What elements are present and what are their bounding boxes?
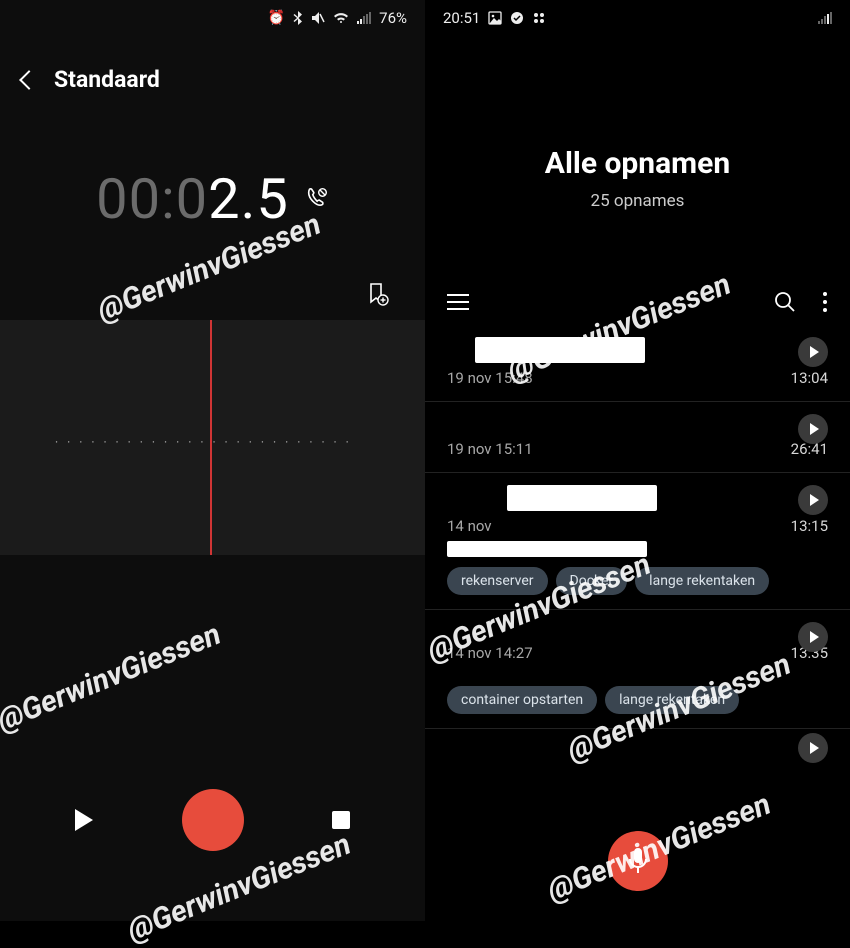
recording-item[interactable] (425, 729, 850, 755)
stop-button[interactable] (332, 811, 350, 829)
play-icon[interactable] (798, 337, 828, 367)
call-record-icon (303, 186, 329, 212)
back-icon[interactable] (19, 70, 39, 90)
recordings-list-screen: 20:51 Alle opnamen 25 opnames (425, 0, 850, 921)
header: Standaard (0, 36, 425, 111)
recording-duration: 13:04 (791, 369, 828, 387)
timer-elapsed-dim: 00:0 (96, 166, 208, 232)
tag[interactable]: lange rekentaken (605, 686, 739, 714)
bluetooth-icon (293, 11, 303, 25)
signal-icon (357, 12, 371, 24)
recording-item[interactable]: 19 nov 15:48 13:04 (425, 325, 850, 402)
recording-title-redacted (475, 337, 645, 363)
play-icon[interactable] (798, 485, 828, 515)
alarm-icon: ⏰ (268, 10, 285, 26)
list-count: 25 opnames (425, 191, 850, 211)
more-icon[interactable] (822, 291, 828, 313)
tag[interactable]: lange rekentaken (635, 567, 769, 595)
recording-title-redacted (507, 485, 657, 511)
mute-icon (311, 11, 325, 25)
battery-percent: 76% (379, 9, 407, 27)
recording-item[interactable]: 14 nov 14:27 13:35 container opstarten l… (425, 610, 850, 729)
waveform-dots: · · · · · · · · · · · · · · · · · · · · … (55, 435, 352, 449)
play-icon[interactable] (798, 733, 828, 763)
recording-date: 19 nov 15:48 (447, 369, 533, 387)
menu-icon[interactable] (447, 294, 469, 310)
wifi-icon (333, 12, 349, 24)
search-icon[interactable] (774, 291, 796, 313)
record-button[interactable] (182, 789, 244, 851)
timer-display: 00:02.5 (0, 111, 425, 232)
page-title: Standaard (54, 66, 160, 93)
play-icon[interactable] (798, 622, 828, 652)
recording-summary-redacted (447, 541, 647, 557)
waveform[interactable]: · · · · · · · · · · · · · · · · · · · · … (0, 320, 425, 555)
tag[interactable]: container opstarten (447, 686, 597, 714)
tags-row: container opstarten lange rekentaken (447, 686, 828, 714)
status-time: 20:51 (443, 9, 480, 27)
status-bar: ⏰ 76% (0, 0, 425, 36)
list-header: Alle opnamen 25 opnames (425, 36, 850, 291)
playback-controls (0, 789, 425, 851)
recording-date: 19 nov 15:11 (447, 440, 533, 458)
recording-item[interactable]: 19 nov 15:11 26:41 (425, 402, 850, 473)
status-bar: 20:51 (425, 0, 850, 36)
tag[interactable]: Docker (556, 567, 628, 595)
toolbar (425, 291, 850, 325)
record-fab[interactable] (608, 831, 668, 891)
check-circle-icon (510, 11, 524, 25)
tags-row: rekenserver Docker lange rekentaken (447, 567, 828, 595)
list-title: Alle opnamen (425, 146, 850, 181)
waveform-cursor (210, 320, 212, 555)
play-button[interactable] (75, 809, 93, 831)
timer-elapsed-bright: 2.5 (208, 166, 289, 232)
mic-icon (627, 847, 649, 875)
tag[interactable]: rekenserver (447, 567, 548, 595)
signal-icon (818, 12, 832, 24)
gallery-icon (488, 11, 502, 25)
play-icon[interactable] (798, 414, 828, 444)
recorder-screen: ⏰ 76% Standaard 00:02.5 · · · · (0, 0, 425, 921)
recording-date: 14 nov (447, 517, 492, 535)
recording-duration: 13:15 (791, 517, 828, 535)
apps-icon (532, 11, 546, 25)
bookmark-add-icon[interactable] (367, 282, 389, 306)
recording-item[interactable]: 14 nov 13:15 rekenserver Docker lange re… (425, 473, 850, 610)
recording-date: 14 nov 14:27 (447, 644, 533, 662)
